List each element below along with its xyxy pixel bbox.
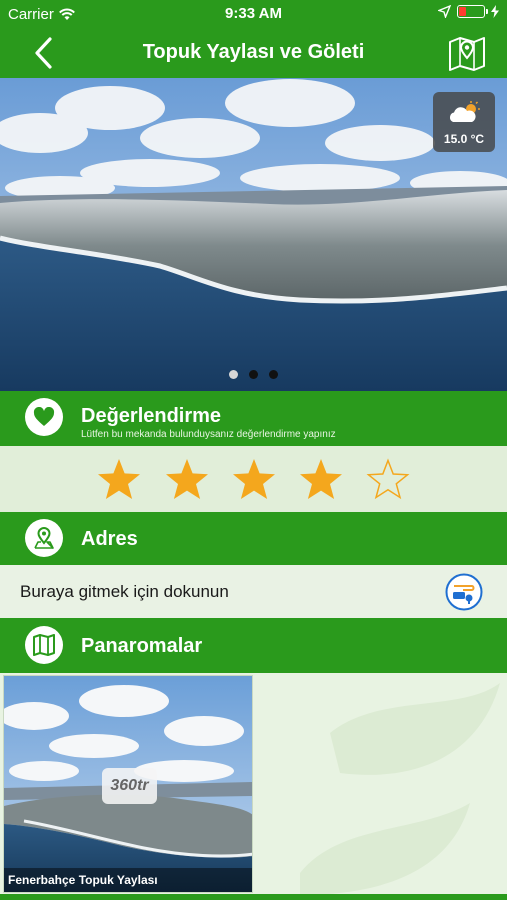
battery-icon <box>457 5 488 18</box>
page-title: Topuk Yaylası ve Göleti <box>142 41 365 63</box>
rating-title: Değerlendirme <box>81 405 222 427</box>
directions-row[interactable]: Buraya gitmek için dokunun <box>0 565 507 618</box>
directions-text: Buraya gitmek için dokunun <box>20 582 229 601</box>
navigation-bar: Topuk Yaylası ve Göleti <box>0 28 507 78</box>
address-title: Adres <box>81 528 138 550</box>
location-pin-icon <box>25 519 63 557</box>
bottom-divider <box>0 894 507 900</box>
star-empty-icon[interactable] <box>366 458 410 500</box>
address-section-header: Adres <box>0 512 507 565</box>
hero-landscape-image <box>0 78 507 391</box>
page-dot[interactable] <box>269 370 278 379</box>
hero-image-carousel[interactable]: 15.0 °C <box>0 78 507 391</box>
heart-icon <box>25 398 63 436</box>
map-pin-icon[interactable] <box>447 34 487 72</box>
status-bar: Carrier 9:33 AM <box>0 0 507 28</box>
clock: 9:33 AM <box>225 5 282 22</box>
carousel-page-indicator[interactable] <box>0 370 507 379</box>
weather-widget: 15.0 °C <box>433 92 495 152</box>
star-rating[interactable] <box>0 446 507 512</box>
rating-section-header: Değerlendirme Lütfen bu mekanda bulunduy… <box>0 391 507 446</box>
charging-bolt-icon <box>491 5 499 18</box>
panorama-caption: Fenerbahçe Topuk Yaylası <box>4 868 252 892</box>
location-arrow-icon <box>438 5 451 18</box>
star-filled-icon[interactable] <box>232 458 276 500</box>
page-dot[interactable] <box>249 370 258 379</box>
temperature-label: 15.0 °C <box>443 132 485 146</box>
panoramas-title: Panaromalar <box>81 635 203 657</box>
page-dot-active[interactable] <box>229 370 238 379</box>
panoramas-section-header: Panaromalar <box>0 618 507 673</box>
360-badge: 360tr <box>102 768 157 804</box>
navigation-route-icon[interactable] <box>445 573 483 611</box>
back-chevron-icon[interactable] <box>28 36 60 70</box>
partly-cloudy-icon <box>449 101 480 122</box>
panorama-map-icon <box>25 626 63 664</box>
star-filled-icon[interactable] <box>97 458 141 500</box>
panorama-list: 360tr Fenerbahçe Topuk Yaylası <box>0 673 507 895</box>
rating-subtitle: Lütfen bu mekanda bulunduysanız değerlen… <box>81 429 336 440</box>
star-filled-icon[interactable] <box>299 458 343 500</box>
star-filled-icon[interactable] <box>165 458 209 500</box>
status-right <box>438 5 499 18</box>
panorama-card[interactable]: 360tr Fenerbahçe Topuk Yaylası <box>3 675 253 893</box>
